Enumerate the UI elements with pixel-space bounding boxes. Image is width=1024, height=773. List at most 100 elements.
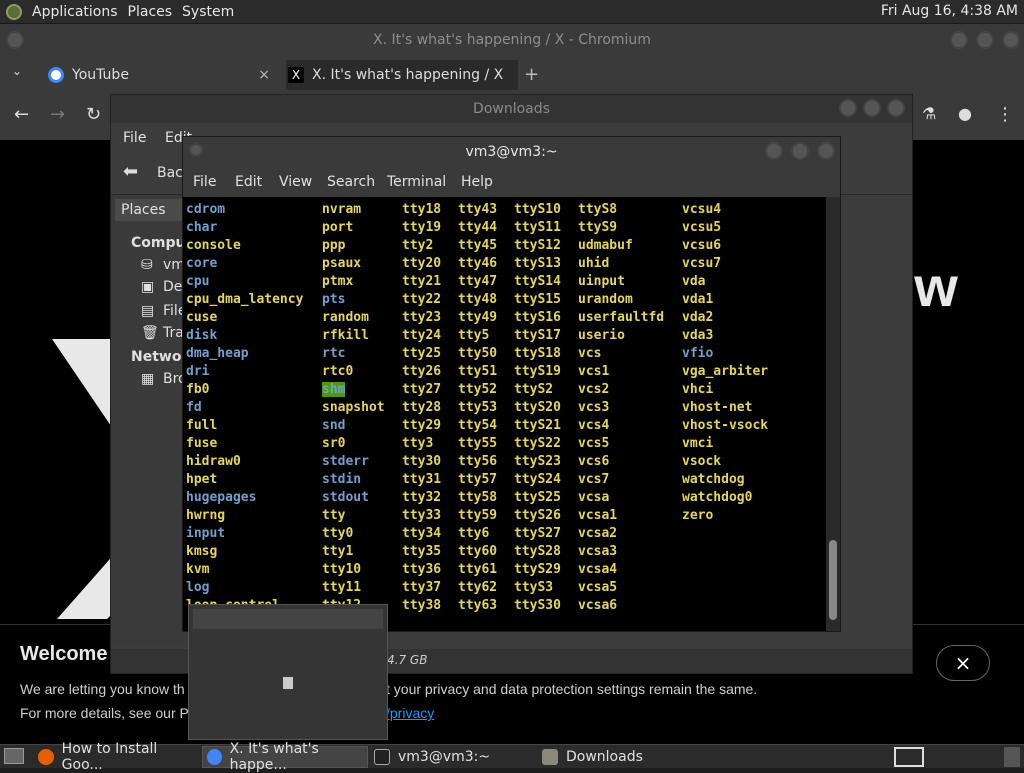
dev-entry: vcs [578,346,602,361]
trash-applet-icon[interactable] [1004,747,1020,767]
menu-search[interactable]: Search [327,174,375,190]
dev-entry: vhost-net [682,400,753,415]
forward-button[interactable]: → [50,104,65,125]
dev-entry: ttyS20 [514,400,561,415]
folder-icon [542,749,558,765]
dev-entry: nvram [322,202,362,217]
cookie-close-button[interactable]: × [936,645,990,681]
dev-entry: tty36 [402,562,442,577]
tab-search-icon[interactable]: ⌄ [12,64,22,78]
dev-entry: dma_heap [186,346,249,361]
labs-icon[interactable]: ⚗ [922,104,936,123]
menu-help[interactable]: Help [461,174,493,190]
dev-entry: vcsa [578,490,610,505]
filesystem-icon: ▤ [141,303,155,319]
close-button[interactable] [817,142,835,160]
taskbar-item-firefox[interactable]: How to Install Goo... [34,741,200,773]
privacy-link[interactable]: /privacy [386,705,434,721]
window-preview-thumbnail[interactable] [188,604,388,740]
dev-entry: vcsu6 [682,238,722,253]
taskbar-item-terminal[interactable]: vm3@vm3:~ [370,746,536,768]
menu-applications[interactable]: Applications [32,4,118,20]
back-button[interactable]: ← [14,104,29,125]
bottom-panel: How to Install Goo... X. It's what's hap… [0,741,1024,773]
reload-button[interactable]: ↻ [86,104,101,125]
dev-entry: vsock [682,454,722,469]
cookie-text-1b: t your privacy and data protection setti… [386,681,758,697]
tab-youtube[interactable]: YouTube × [48,60,280,90]
menu-file[interactable]: File [193,174,216,190]
menu-terminal[interactable]: Terminal [387,174,446,190]
dev-entry: kvm [186,562,210,577]
clock[interactable]: Fri Aug 16, 4:38 AM [881,3,1018,19]
taskbar-item-downloads[interactable]: Downloads [538,746,704,768]
ls-column: vcsu4 vcsu5 vcsu6 vcsu7 vda vda1 vda2 vda3 vfio v… [682,201,768,525]
close-button[interactable] [887,99,905,117]
gnome-foot-icon[interactable] [6,3,22,20]
dev-entry: tty37 [402,580,442,595]
dev-entry: tty62 [458,580,498,595]
dev-entry: vcsu7 [682,256,722,271]
dev-entry: watchdog [682,472,745,487]
dev-entry: vcs5 [578,436,610,451]
cookie-title: Welcome [20,643,108,665]
close-button[interactable] [1002,31,1020,49]
minimize-button[interactable] [950,31,968,49]
menu-file[interactable]: File [123,130,146,146]
dev-entry: ttyS16 [514,310,561,325]
dev-entry: tty22 [402,292,442,307]
minimize-button[interactable] [765,142,783,160]
dev-entry: tty5 [458,328,490,343]
taskbar-item-chromium[interactable]: X. It's what's happe... [202,741,368,773]
profile-icon[interactable]: ● [958,104,972,123]
dev-entry: input [186,526,226,541]
dev-entry: log [186,580,210,595]
dev-entry: tty20 [402,256,442,271]
dev-entry: vcsu5 [682,220,722,235]
dev-entry: hidraw0 [186,454,241,469]
menu-places[interactable]: Places [128,4,173,20]
dev-entry: vcs2 [578,382,610,397]
dev-entry: tty63 [458,598,498,613]
menu-view[interactable]: View [279,174,312,190]
menu-kebab-icon[interactable]: ⋮ [996,104,1014,125]
maximize-button[interactable] [863,99,881,117]
menu-system[interactable]: System [182,4,234,20]
window-menu-icon[interactable] [189,143,203,157]
window-menu-icon[interactable] [6,31,24,49]
show-desktop-icon[interactable] [4,748,24,764]
sidebar-item-trash[interactable]: Tra [163,325,184,341]
dev-entry: vhci [682,382,714,397]
dev-entry: udmabuf [578,238,633,253]
desktop-icon: ▣ [141,279,155,295]
dev-entry: snapshot [322,400,385,415]
menu-edit[interactable]: Edit [235,174,262,190]
back-arrow-icon[interactable]: ⬅ [123,161,138,182]
tab-x[interactable]: X X. It's what's happening / X [286,60,518,90]
dev-entry: ttyS29 [514,562,561,577]
dev-entry: uinput [578,274,625,289]
new-tab-button[interactable]: + [524,64,539,85]
terminal-icon [374,749,390,765]
maximize-button[interactable] [976,31,994,49]
dev-entry: disk [186,328,218,343]
dev-entry: vcsu4 [682,202,722,217]
ls-column: tty43 tty44 tty45 tty46 tty47 tty48 tty49 tty5 t… [458,201,497,615]
dev-entry: ttyS24 [514,472,561,487]
dev-entry: vcsa1 [578,508,618,523]
terminal-output[interactable]: cdrom char console core cpu cpu_dma_latency cu… [183,197,826,631]
taskbar-label: Downloads [566,749,643,765]
workspace-switcher-icon[interactable] [894,747,924,767]
minimize-button[interactable] [839,99,857,117]
dev-entry: ttyS11 [514,220,561,235]
dev-entry: vcs1 [578,364,610,379]
maximize-button[interactable] [791,142,809,160]
sidebar-header[interactable]: Places [115,199,187,221]
dev-entry: tty50 [458,346,498,361]
tab-close-icon[interactable]: × [258,67,270,83]
dev-entry: ttyS28 [514,544,561,559]
dev-entry: ttyS12 [514,238,561,253]
tab-label: YouTube [72,67,129,83]
preview-header [193,609,383,629]
scrollbar-thumb[interactable] [829,540,837,620]
